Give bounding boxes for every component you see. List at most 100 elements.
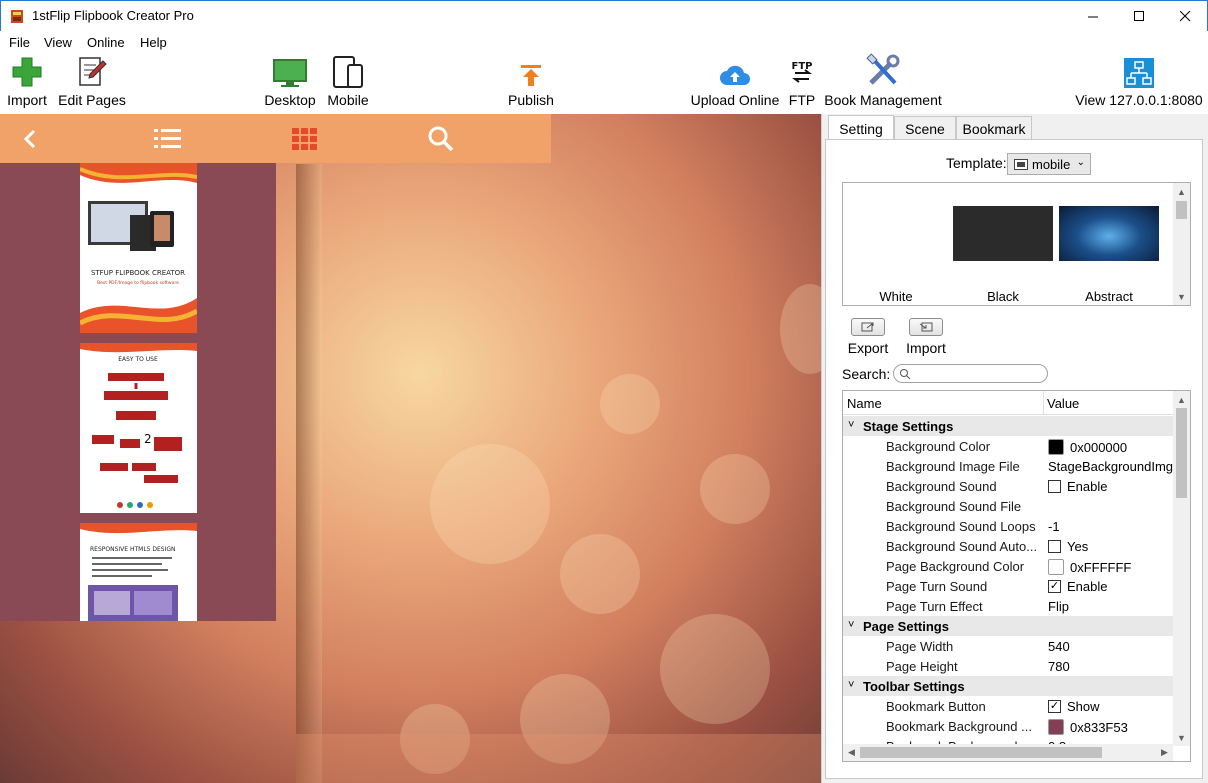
tab-scene[interactable]: Scene [894,116,956,140]
template-select[interactable]: mobile ⌄ [1007,153,1091,175]
template-list-scrollbar[interactable]: ▲ ▼ [1173,183,1190,305]
property-row[interactable]: Background Sound Loops -1 [843,516,1173,536]
tab-setting[interactable]: Setting [828,115,894,141]
property-grid-hscrollbar[interactable]: ◀ ▶ [843,744,1173,761]
ftp-button[interactable]: FTP FTP [786,53,818,114]
grid-icon [292,127,317,150]
property-grid-scrollbar[interactable]: ▲ ▼ [1173,391,1190,746]
chevron-down-icon: ⌄ [1076,157,1085,168]
property-group[interactable]: ˅ Stage Settings [843,416,1173,436]
property-row[interactable]: Bookmark Background ... 0x833F53 [843,716,1173,736]
ftp-icon: FTP [792,61,812,83]
minimize-button[interactable] [1070,1,1116,32]
scroll-down-icon[interactable]: ▼ [1173,288,1190,305]
property-value[interactable]: ✓ Show [1048,699,1173,714]
property-group[interactable]: ˅ Toolbar Settings [843,676,1173,696]
property-row[interactable]: Background Color 0x000000 [843,436,1173,456]
maximize-button[interactable] [1116,1,1162,32]
scroll-up-icon[interactable]: ▲ [1173,183,1190,200]
tab-bookmark[interactable]: Bookmark [956,116,1032,140]
thumbnail-grid-button[interactable] [275,114,335,163]
property-row[interactable]: Background Sound Auto... Yes [843,536,1173,556]
window-title: 1stFlip Flipbook Creator Pro [32,8,194,23]
checkbox[interactable] [1048,480,1061,493]
property-value[interactable]: StageBackgroundImg [1048,459,1173,474]
color-swatch[interactable] [1048,719,1064,735]
menu-view[interactable]: View [44,35,72,50]
property-value[interactable]: ✓ Enable [1048,579,1173,594]
property-group-label: Page Settings [863,619,949,634]
property-group[interactable]: ˅ Page Settings [843,616,1173,636]
book-management-button[interactable]: Book Management [824,53,942,114]
property-value[interactable]: Flip [1048,599,1173,614]
property-value[interactable]: -1 [1048,519,1173,534]
checkbox[interactable] [1048,540,1061,553]
property-row[interactable]: Page Height 780 [843,656,1173,676]
collapse-icon[interactable]: ˅ [848,679,854,691]
import-button[interactable]: Import [6,53,48,114]
property-value-text: 780 [1048,659,1070,674]
collapse-icon[interactable]: ˅ [848,419,854,431]
checkbox[interactable]: ✓ [1048,580,1061,593]
template-item-white[interactable]: White [846,183,952,305]
mobile-button[interactable]: Mobile [326,53,370,114]
property-row[interactable]: Bookmark Button ✓ Show [843,696,1173,716]
import-template-button[interactable]: Import [898,318,954,362]
property-value[interactable]: Enable [1048,479,1173,494]
menu-help[interactable]: Help [140,35,167,50]
desktop-button[interactable]: Desktop [264,53,316,114]
property-value-text: 0x833F53 [1070,719,1128,735]
thumbnail-page-3[interactable]: RESPONSIVE HTML5 DESIGN [80,523,197,621]
property-value[interactable]: 540 [1048,639,1173,654]
scroll-up-icon[interactable]: ▲ [1173,391,1190,408]
checkbox[interactable]: ✓ [1048,700,1061,713]
template-label: Template: [946,155,1007,171]
color-swatch[interactable] [1048,559,1064,575]
search-input[interactable] [893,364,1048,383]
view-server-button[interactable]: View 127.0.0.1:8080 [1075,53,1203,114]
property-row[interactable]: Background Sound File [843,496,1173,516]
property-grid: Name Value ˅ Stage Settings Background Col… [842,390,1191,762]
property-row[interactable]: Background Image File StageBackgroundImg [843,456,1173,476]
flipbook-preview[interactable]: STFUP FLIPBOOK CREATOR Best PDF/Image to… [0,114,821,783]
property-value-text: 540 [1048,639,1070,654]
property-row[interactable]: Page Background Color 0xFFFFFF [843,556,1173,576]
template-item-abstract[interactable]: Abstract [1059,183,1165,305]
column-header-value[interactable]: Value [1047,396,1079,411]
property-row[interactable]: Background Sound Enable [843,476,1173,496]
property-value-text: StageBackgroundImg [1048,459,1173,474]
property-value-text: Yes [1067,539,1089,554]
menu-file[interactable]: File [9,35,30,50]
bookmark-list-button[interactable] [138,114,198,163]
scroll-left-icon[interactable]: ◀ [843,744,860,761]
color-swatch[interactable] [1048,439,1064,455]
property-value[interactable]: 0xFFFFFF [1048,559,1173,575]
scroll-down-icon[interactable]: ▼ [1173,729,1190,746]
thumbnail-page-1[interactable]: STFUP FLIPBOOK CREATOR Best PDF/Image to… [80,163,197,333]
template-item-black[interactable]: Black [953,183,1059,305]
property-value[interactable]: 780 [1048,659,1173,674]
scroll-right-icon[interactable]: ▶ [1156,744,1173,761]
property-name: Background Sound Auto... [886,539,1038,554]
property-row[interactable]: Page Turn Sound ✓ Enable [843,576,1173,596]
close-button[interactable] [1162,1,1208,32]
export-button[interactable]: Export [840,318,896,362]
search-button[interactable] [411,114,471,163]
thumbnail-1-subtitle: Best PDF/Image to flipbook software [97,280,179,286]
property-row[interactable]: Page Width 540 [843,636,1173,656]
thumbnail-3-title: RESPONSIVE HTML5 DESIGN [90,546,176,553]
collapse-icon[interactable]: ˅ [848,619,854,631]
edit-pages-button[interactable]: Edit Pages [58,53,126,114]
column-header-name[interactable]: Name [847,396,882,411]
menu-online[interactable]: Online [87,35,125,50]
property-row[interactable]: Page Turn Effect Flip [843,596,1173,616]
back-button[interactable] [0,114,60,163]
property-name: Bookmark Background ... [886,719,1032,734]
publish-button[interactable]: Publish [505,53,557,114]
property-value[interactable]: 0x833F53 [1048,719,1173,735]
upload-online-button[interactable]: Upload Online [691,53,779,114]
property-value[interactable]: Yes [1048,539,1173,554]
property-value-text: Enable [1067,579,1108,594]
thumbnail-page-2[interactable]: EASY TO USE 2 [80,343,197,513]
property-value[interactable]: 0x000000 [1048,439,1173,455]
